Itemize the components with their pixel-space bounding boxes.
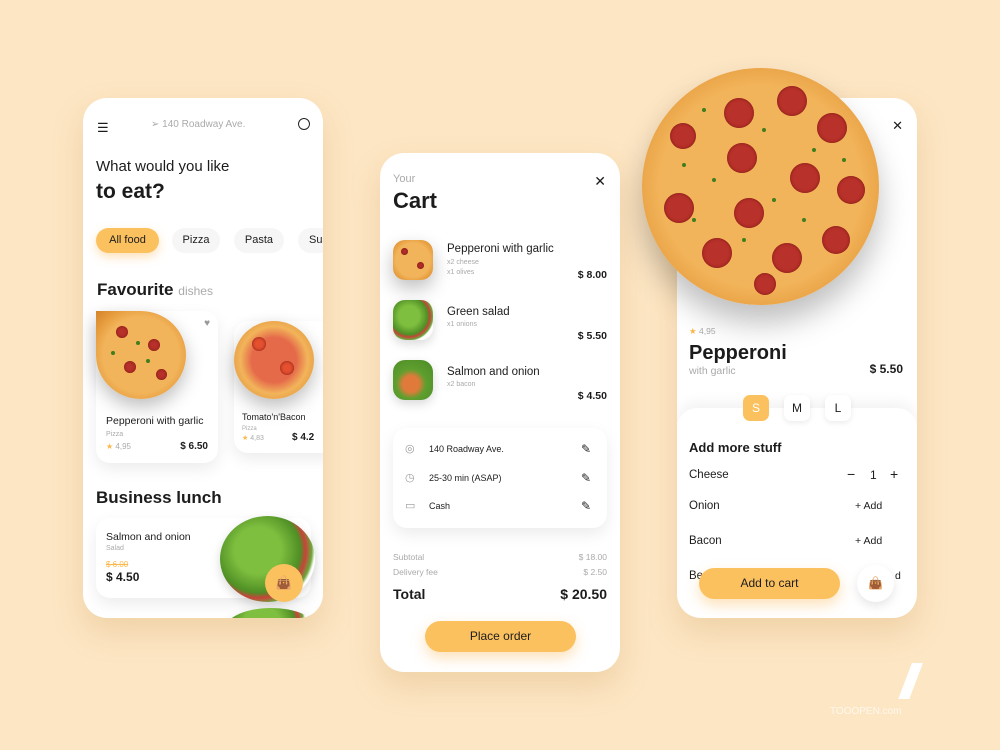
delivery-address: 140 Roadway Ave.: [429, 444, 504, 454]
cart-title: Cart: [393, 188, 438, 213]
quantity-value: 1: [870, 468, 877, 482]
dish-name: Tomato'n'Bacon: [242, 412, 306, 422]
address-selector[interactable]: ➢ 140 Roadway Ave.: [151, 119, 245, 130]
cart-button[interactable]: 👜: [857, 565, 894, 602]
clock-icon: ◷: [405, 472, 415, 484]
decrement-button[interactable]: −: [847, 466, 855, 482]
cart-screen: Your Cart ✕ Pepperoni with garlic x2 che…: [380, 153, 620, 672]
item-extra: x1 onions: [447, 321, 477, 328]
dish-price: $ 6.50: [180, 441, 208, 452]
dish-price: $ 4.50: [106, 570, 140, 584]
dish-category: Pizza: [106, 431, 124, 438]
edit-time-icon[interactable]: ✎: [581, 471, 591, 485]
brand-logo: //: [900, 656, 918, 709]
favourite-card[interactable]: ♥ Pepperoni with garlic Pizza ★ 4,95 $ 6…: [96, 311, 218, 463]
category-pizza[interactable]: Pizza: [172, 228, 220, 253]
item-image: [393, 300, 433, 340]
old-price: $ 6.00: [106, 560, 129, 569]
item-price: $ 5.50: [577, 330, 607, 342]
delivery-fee-value: $ 2.50: [583, 567, 607, 577]
edit-address-icon[interactable]: ✎: [581, 442, 591, 456]
favourite-subtitle: dishes: [178, 284, 213, 298]
salad-image: [226, 608, 316, 618]
business-lunch-title: Business lunch: [96, 488, 222, 507]
cart-button[interactable]: 👜: [265, 564, 303, 602]
dish-category: Salad: [106, 545, 124, 552]
close-icon[interactable]: ✕: [594, 173, 606, 190]
dish-name: Pepperoni: [689, 342, 787, 364]
add-extra-button[interactable]: d: [895, 570, 901, 582]
total-value: $ 20.50: [560, 586, 607, 602]
favourite-title: Favourite: [97, 280, 174, 299]
shopping-bag-icon: 👜: [275, 575, 293, 590]
edit-payment-icon[interactable]: ✎: [581, 499, 591, 513]
search-icon[interactable]: [298, 118, 310, 130]
item-name: Green salad: [447, 306, 510, 318]
subtotal-value: $ 18.00: [578, 552, 607, 562]
home-screen: ☰ ➢ 140 Roadway Ave. What would you like…: [83, 98, 323, 618]
extra-name: Bacon: [689, 535, 722, 547]
close-icon[interactable]: ✕: [892, 118, 903, 134]
increment-button[interactable]: +: [890, 466, 898, 482]
item-image: [393, 240, 433, 280]
size-l-button[interactable]: L: [825, 395, 851, 421]
subtotal-label: Subtotal: [393, 552, 425, 562]
extra-name: Cheese: [689, 469, 729, 481]
delivery-info-card: ◎ 140 Roadway Ave. ✎ ◷ 25-30 min (ASAP) …: [393, 428, 607, 528]
dish-price: $ 5.50: [869, 362, 903, 376]
dish-rating: 4,83: [250, 435, 264, 442]
extras-title: Add more stuff: [689, 440, 782, 455]
dish-subtitle: with garlic: [689, 365, 736, 377]
add-onion-button[interactable]: + Add: [855, 500, 882, 512]
add-bacon-button[interactable]: + Add: [855, 535, 882, 547]
payment-method: Cash: [429, 501, 451, 511]
add-to-cart-button[interactable]: Add to cart: [699, 568, 840, 599]
pizza-image: [234, 321, 314, 399]
location-icon: ◎: [405, 443, 415, 455]
item-image: [393, 360, 433, 400]
cart-subtitle: Your: [393, 173, 416, 185]
dish-name: Salmon and onion: [106, 531, 191, 543]
item-extra: x1 olives: [447, 269, 475, 276]
navigation-icon: ➢: [151, 119, 163, 130]
item-name: Salmon and onion: [447, 366, 540, 378]
place-order-button[interactable]: Place order: [425, 621, 576, 652]
pizza-image: [96, 311, 186, 399]
star-icon: ★: [106, 442, 114, 451]
heart-icon[interactable]: ♥: [204, 318, 210, 329]
card-icon: ▭: [405, 500, 416, 512]
dish-category: Pizza: [242, 426, 257, 432]
dish-name: Pepperoni with garlic: [106, 415, 204, 427]
favourite-card[interactable]: Tomato'n'Bacon Pizza ★ 4,83 $ 4.2: [234, 321, 323, 453]
delivery-time: 25-30 min (ASAP): [429, 473, 502, 483]
category-sushi[interactable]: Sus: [298, 228, 323, 253]
item-price: $ 8.00: [577, 269, 607, 281]
dish-price: $ 4.2: [292, 432, 315, 443]
pepperoni-pizza-image: [642, 68, 879, 305]
dish-rating: 4,95: [699, 326, 716, 336]
item-extra: x2 bacon: [447, 381, 476, 388]
heading-line1: What would you like: [96, 158, 230, 175]
size-s-button[interactable]: S: [743, 395, 769, 421]
delivery-fee-label: Delivery fee: [393, 567, 438, 577]
item-extra: x2 cheese: [447, 259, 479, 266]
extra-name: Onion: [689, 500, 720, 512]
item-name: Pepperoni with garlic: [447, 243, 554, 255]
menu-icon[interactable]: ☰: [97, 120, 109, 136]
category-all-food[interactable]: All food: [96, 228, 159, 253]
star-icon: ★: [689, 326, 697, 336]
watermark: TOOOPEN.com: [830, 706, 902, 717]
category-pasta[interactable]: Pasta: [234, 228, 284, 253]
shopping-bag-icon: 👜: [868, 576, 883, 590]
size-m-button[interactable]: M: [784, 395, 810, 421]
star-icon: ★: [242, 435, 249, 442]
address-label: 140 Roadway Ave.: [162, 119, 246, 130]
heading-line2: to eat?: [96, 180, 165, 203]
dish-rating: 4,95: [115, 442, 131, 451]
total-label: Total: [393, 586, 426, 602]
item-price: $ 4.50: [577, 390, 607, 402]
